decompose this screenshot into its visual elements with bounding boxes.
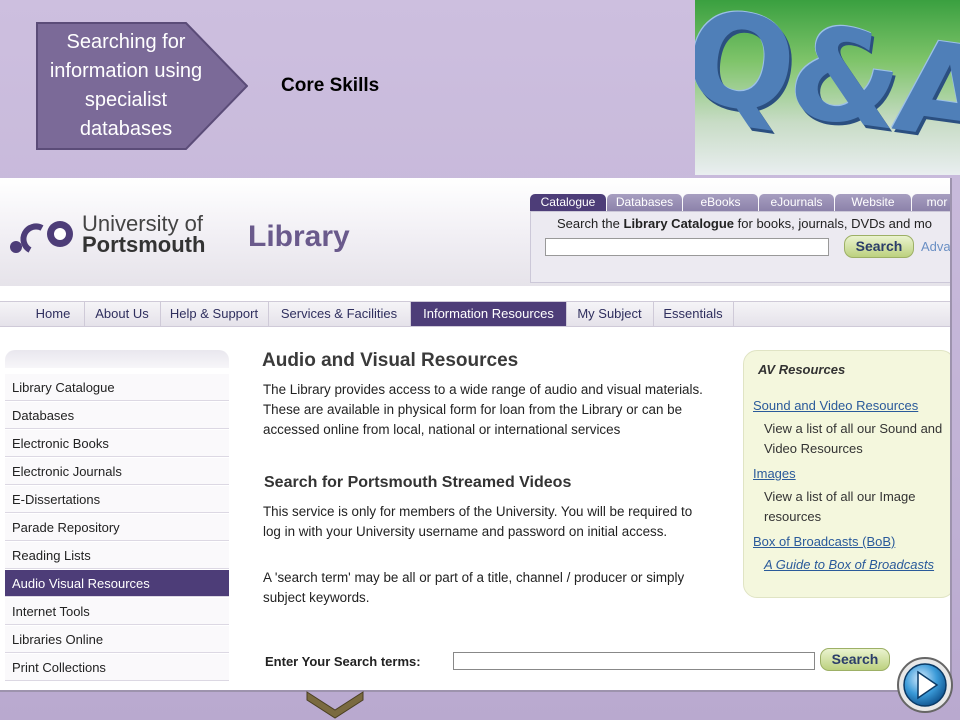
intro-paragraph: The Library provides access to a wide ra… — [263, 382, 703, 437]
sidebar-item-electronic-books[interactable]: Electronic Books — [5, 430, 229, 457]
sidebar-item-audio-visual-resources[interactable]: Audio Visual Resources — [5, 570, 229, 597]
library-webpage-screenshot: University of Portsmouth Library Catalog… — [0, 178, 952, 692]
nav-information-resources[interactable]: Information Resources — [411, 302, 567, 326]
advanced-search-link[interactable]: Adva — [921, 239, 950, 254]
sidebar-item-libraries-online[interactable]: Libraries Online — [5, 626, 229, 653]
tab-ejournals[interactable]: eJournals — [759, 194, 834, 211]
search-term-note: A 'search term' may be all or part of a … — [263, 570, 685, 605]
search-box-area: Search the Library Catalogue for books, … — [530, 211, 950, 283]
box-of-broadcasts-guide-link[interactable]: A Guide to Box of Broadcasts — [764, 557, 934, 572]
topic-arrow-shape: Searching for information using speciali… — [36, 22, 248, 150]
catalogue-search-input[interactable] — [545, 238, 829, 256]
logo-university-text: University of — [82, 211, 204, 236]
page-title: Audio and Visual Resources — [262, 350, 519, 371]
tab-more[interactable]: mor — [912, 194, 950, 211]
nav-my-subject[interactable]: My Subject — [566, 302, 654, 326]
tab-website[interactable]: Website — [835, 194, 911, 211]
images-description: View a list of all our Image resources — [764, 489, 916, 524]
images-link[interactable]: Images — [753, 466, 796, 481]
logo-portsmouth-text: Portsmouth — [82, 232, 206, 257]
tab-ebooks[interactable]: eBooks — [683, 194, 758, 211]
sidebar-item-databases[interactable]: Databases — [5, 402, 229, 429]
nav-services-facilities[interactable]: Services & Facilities — [268, 302, 411, 326]
sidebar-item-print-collections[interactable]: Print Collections — [5, 654, 229, 681]
qa-graphic: Q&A — [695, 0, 960, 175]
sidebar-item-e-dissertations[interactable]: E-Dissertations — [5, 486, 229, 513]
nav-about-us[interactable]: About Us — [84, 302, 161, 326]
av-resources-title: AV Resources — [758, 362, 846, 377]
portsmouth-logo-icon — [10, 221, 73, 253]
topic-arrow-label: Searching for information using speciali… — [49, 31, 203, 140]
av-resources-box: AV Resources Sound and Video Resources V… — [743, 350, 950, 598]
nav-home[interactable]: Home — [22, 302, 85, 326]
search-caption: Search the Library Catalogue for books, … — [557, 216, 932, 231]
search-caption-pre: Search the — [557, 216, 620, 231]
tab-catalogue[interactable]: Catalogue — [530, 194, 606, 211]
sound-video-description: View a list of all our Sound and Video R… — [764, 421, 943, 456]
qa-graphic-text: Q&A — [695, 0, 960, 173]
search-caption-bold: Library Catalogue — [623, 216, 735, 231]
sidebar-item-reading-lists[interactable]: Reading Lists — [5, 542, 229, 569]
streamed-video-search-button[interactable]: Search — [820, 648, 890, 671]
sidebar-item-library-catalogue[interactable]: Library Catalogue — [5, 374, 229, 401]
sidebar-item-parade-repository[interactable]: Parade Repository — [5, 514, 229, 541]
tab-databases[interactable]: Databases — [607, 194, 682, 211]
sound-video-resources-link[interactable]: Sound and Video Resources — [753, 398, 918, 413]
nav-help-support[interactable]: Help & Support — [160, 302, 269, 326]
sidebar-header — [5, 350, 229, 368]
sidebar-item-electronic-journals[interactable]: Electronic Journals — [5, 458, 229, 485]
nav-essentials[interactable]: Essentials — [653, 302, 734, 326]
play-icon — [897, 657, 953, 713]
core-skills-label: Core Skills — [281, 75, 380, 96]
service-note-paragraph: This service is only for members of the … — [263, 504, 693, 539]
sidebar-item-internet-tools[interactable]: Internet Tools — [5, 598, 229, 625]
play-button[interactable] — [896, 656, 954, 714]
site-header: University of Portsmouth Library Catalog… — [0, 178, 950, 286]
streamed-video-search-input[interactable] — [453, 652, 815, 670]
main-navigation: Home About Us Help & Support Services & … — [0, 301, 950, 327]
enter-search-terms-label: Enter Your Search terms: — [265, 654, 421, 669]
search-caption-post: for books, journals, DVDs and mo — [737, 216, 933, 231]
sidebar-menu: Library Catalogue Databases Electronic B… — [5, 350, 229, 690]
streamed-videos-heading: Search for Portsmouth Streamed Videos — [264, 474, 572, 491]
library-title: Library — [248, 220, 350, 253]
box-of-broadcasts-link[interactable]: Box of Broadcasts (BoB) — [753, 534, 895, 549]
catalogue-search-panel: Catalogue Databases eBooks eJournals Web… — [530, 194, 950, 283]
catalogue-search-button[interactable]: Search — [844, 235, 914, 258]
book-icon — [306, 691, 364, 719]
